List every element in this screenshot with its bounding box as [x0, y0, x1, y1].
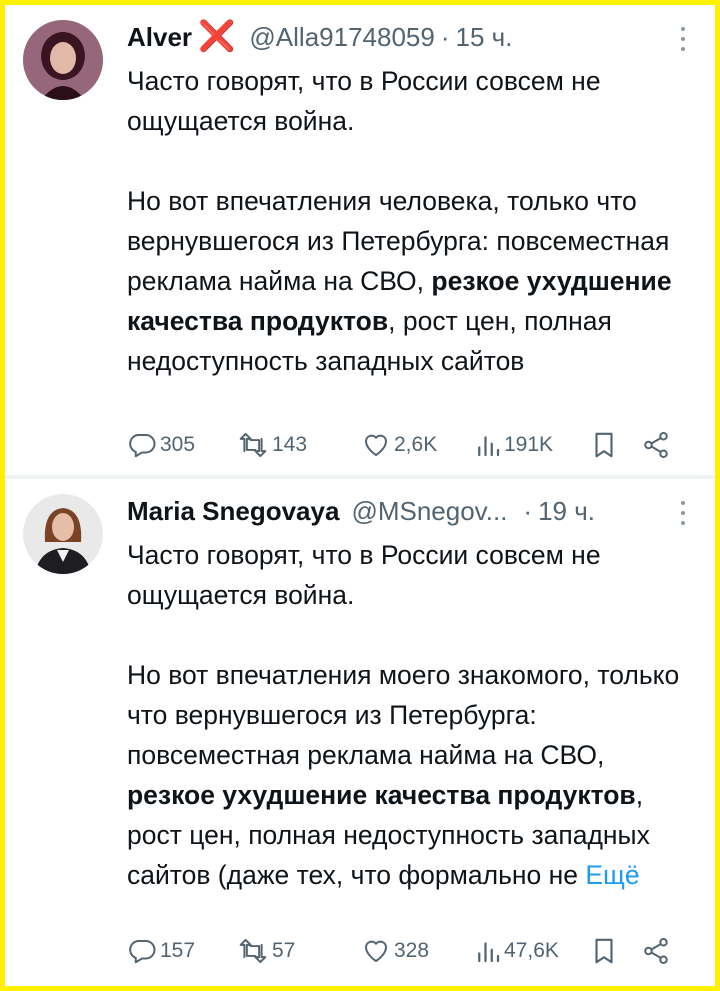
tweet-paragraph: Но вот впечатления моего знакомого, толь…	[127, 655, 697, 895]
reply-count: 157	[160, 939, 196, 962]
show-more-link[interactable]: Ещё	[585, 860, 639, 890]
views-button[interactable]: 191K	[475, 430, 591, 460]
bookmark-icon	[595, 432, 613, 458]
reply-icon	[129, 434, 156, 458]
tweet-paragraph: Часто говорят, что в России совсем не ощ…	[127, 66, 601, 136]
tweet-actions: 305 143 2,6K 191K	[127, 425, 689, 465]
views-icon	[478, 436, 500, 457]
share-button[interactable]	[641, 430, 681, 460]
retweet-icon	[239, 938, 267, 964]
author-name[interactable]: Alver	[127, 19, 192, 55]
bookmark-button[interactable]	[591, 430, 641, 460]
bookmark-icon	[595, 938, 613, 964]
retweet-button[interactable]: 143	[237, 430, 361, 460]
like-count: 328	[394, 939, 430, 962]
more-icon[interactable]	[679, 27, 687, 51]
tweet-paragraph: Но вот впечатления человека, только что …	[127, 181, 697, 381]
views-icon	[478, 942, 500, 963]
timestamp[interactable]: 15 ч.	[456, 19, 513, 55]
tweet[interactable]: Alver ❌ @Alla91748059 · 15 ч. Часто гово…	[5, 5, 715, 475]
screenshot-frame: Alver ❌ @Alla91748059 · 15 ч. Часто гово…	[5, 5, 715, 986]
like-count: 2,6K	[394, 433, 438, 456]
more-icon[interactable]	[679, 501, 687, 525]
tweet-header: Alver ❌ @Alla91748059 · 15 ч.	[127, 19, 685, 55]
tweet-text: Часто говорят, что в России совсем не ощ…	[127, 535, 697, 895]
tweet[interactable]: Maria Snegovaya @MSnegov... · 19 ч. Част…	[5, 479, 715, 986]
view-count: 47,6K	[504, 939, 559, 962]
timestamp[interactable]: 19 ч.	[538, 493, 595, 529]
reply-count: 305	[160, 433, 196, 456]
share-button[interactable]	[641, 936, 681, 966]
bookmark-button[interactable]	[591, 936, 641, 966]
like-icon	[365, 940, 387, 962]
separator-dot: ·	[523, 496, 533, 526]
separator-dot: ·	[440, 22, 450, 52]
tweet-actions: 157 57 328 47,6K	[127, 931, 689, 971]
retweet-count: 143	[272, 433, 308, 456]
author-handle[interactable]: @MSnegov...	[351, 493, 507, 529]
cross-mark-badge: ❌	[198, 20, 236, 53]
reply-button[interactable]: 305	[127, 430, 237, 460]
author-name[interactable]: Maria Snegovaya	[127, 493, 339, 529]
share-icon	[644, 432, 668, 458]
like-button[interactable]: 2,6K	[361, 430, 475, 460]
reply-icon	[129, 940, 156, 964]
view-count: 191K	[504, 433, 554, 456]
views-button[interactable]: 47,6K	[475, 936, 591, 966]
bold-text: резкое ухудшение качества продуктов	[127, 780, 636, 810]
reply-button[interactable]: 157	[127, 936, 237, 966]
like-button[interactable]: 328	[361, 936, 475, 966]
text-span: Но вот впечатления моего знакомого, толь…	[127, 660, 680, 770]
avatar[interactable]	[23, 494, 103, 574]
author-handle[interactable]: @Alla91748059	[249, 19, 434, 55]
tweet-header: Maria Snegovaya @MSnegov... · 19 ч.	[127, 493, 685, 529]
share-icon	[644, 938, 668, 964]
like-icon	[365, 434, 387, 456]
retweet-count: 57	[272, 939, 296, 962]
retweet-button[interactable]: 57	[237, 936, 361, 966]
tweet-text: Часто говорят, что в России совсем не ощ…	[127, 61, 697, 381]
retweet-icon	[239, 432, 267, 458]
avatar[interactable]	[23, 20, 103, 100]
tweet-paragraph: Часто говорят, что в России совсем не ощ…	[127, 540, 601, 610]
